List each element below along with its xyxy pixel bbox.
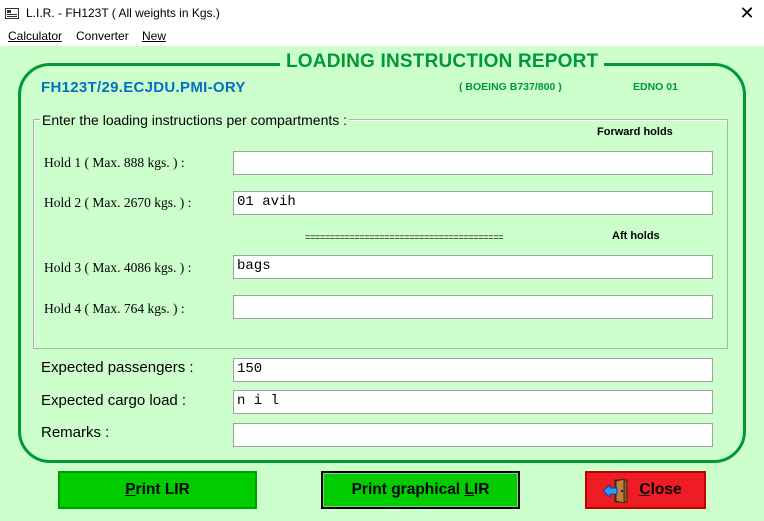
passengers-label: Expected passengers : xyxy=(41,359,194,376)
hold-4-label: Hold 4 ( Max. 764 kgs. ) : xyxy=(44,301,185,316)
menu-converter[interactable]: Converter xyxy=(76,29,129,43)
window-title: L.I.R. - FH123T ( All weights in Kgs.) xyxy=(26,6,220,20)
app-icon[interactable] xyxy=(5,8,19,19)
hold-4-input[interactable] xyxy=(233,295,713,319)
edition-number: EDNO 01 xyxy=(633,81,678,93)
menu-bar: Calculator Converter New xyxy=(0,28,764,46)
aircraft-type: ( BOEING B737/800 ) xyxy=(459,81,562,93)
report-title: LOADING INSTRUCTION REPORT xyxy=(280,51,605,73)
cargo-input[interactable]: n i l xyxy=(233,390,713,414)
hold-3-input[interactable]: bags xyxy=(233,255,713,279)
forward-holds-label: Forward holds xyxy=(597,126,673,138)
menu-calculator[interactable]: Calculator xyxy=(8,29,62,43)
holds-group-caption: Enter the loading instructions per compa… xyxy=(40,112,350,128)
cargo-label: Expected cargo load : xyxy=(41,392,187,409)
print-lir-button[interactable]: Print LIR xyxy=(58,471,257,509)
remarks-input[interactable] xyxy=(233,423,713,447)
holds-separator: ======================================== xyxy=(305,232,504,242)
menu-new[interactable]: New xyxy=(142,29,166,43)
hold-2-label: Hold 2 ( Max. 2670 kgs. ) : xyxy=(44,195,192,210)
print-graphical-lir-button[interactable]: Print graphical LIR xyxy=(321,471,520,509)
hold-1-input[interactable] xyxy=(233,151,713,175)
title-bar: L.I.R. - FH123T ( All weights in Kgs.) ✕ xyxy=(0,0,764,28)
window-close-button[interactable]: ✕ xyxy=(730,0,764,28)
passengers-input[interactable]: 150 xyxy=(233,358,713,382)
hold-1-label: Hold 1 ( Max. 888 kgs. ) : xyxy=(44,155,185,170)
hold-3-label: Hold 3 ( Max. 4086 kgs. ) : xyxy=(44,260,192,275)
exit-door-icon xyxy=(602,478,628,504)
aft-holds-label: Aft holds xyxy=(612,230,660,242)
hold-2-input[interactable]: 01 avih xyxy=(233,191,713,215)
main-panel: LOADING INSTRUCTION REPORT FH123T/29.ECJ… xyxy=(0,46,764,521)
close-button[interactable]: Close xyxy=(585,471,706,509)
remarks-label: Remarks : xyxy=(41,424,110,441)
flight-identifier: FH123T/29.ECJDU.PMI-ORY xyxy=(41,79,246,96)
